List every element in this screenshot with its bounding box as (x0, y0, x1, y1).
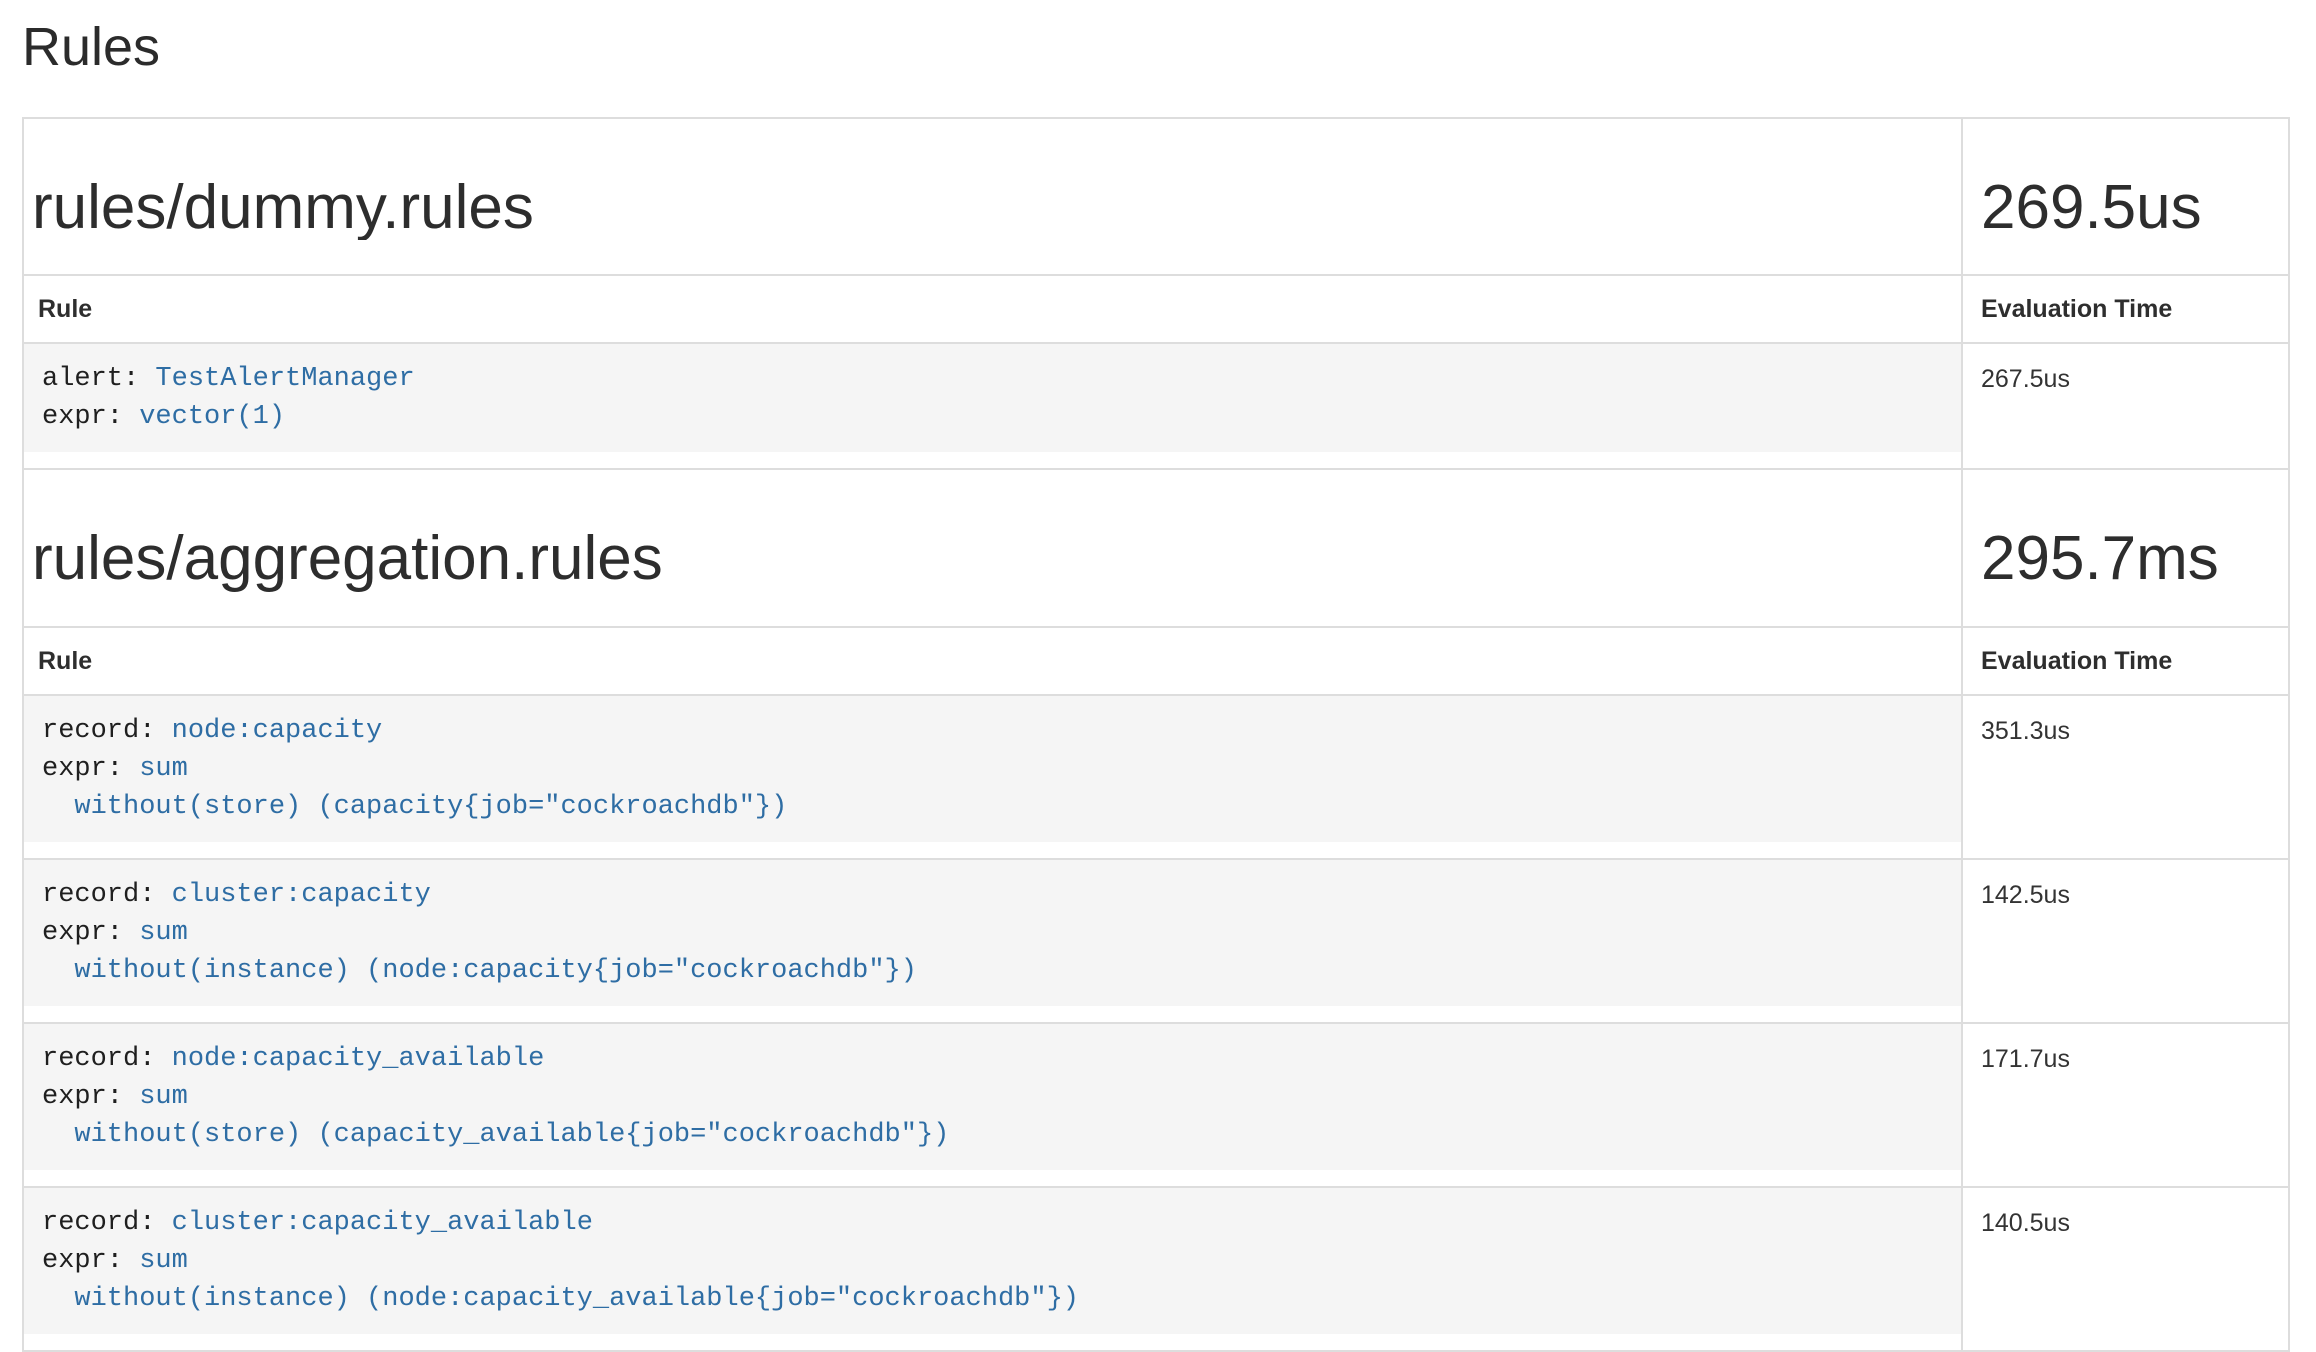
code-key: record: (42, 1044, 172, 1074)
rules-page: Rules rules/dummy.rules269.5usRuleEvalua… (0, 18, 2316, 1352)
code-key: expr: (42, 1082, 139, 1112)
rule-link[interactable]: sum (139, 1246, 188, 1276)
group-name: rules/dummy.rules (32, 175, 1953, 240)
rule-link[interactable]: without(instance) (node:capacity{job="co… (42, 956, 917, 986)
group-eval-cell: 295.7ms (1962, 469, 2289, 626)
group-name-cell: rules/dummy.rules (23, 118, 1962, 275)
column-header-eval: Evaluation Time (1962, 275, 2289, 343)
group-eval-time: 295.7ms (1981, 526, 2280, 591)
rule-cell: record: node:capacity_available expr: su… (23, 1023, 1962, 1187)
rule-code: record: node:capacity_available expr: su… (24, 1024, 1961, 1170)
rule-link[interactable]: cluster:capacity_available (172, 1208, 593, 1238)
eval-time-cell: 142.5us (1962, 859, 2289, 1023)
rule-cell: record: node:capacity expr: sum without(… (23, 695, 1962, 859)
rule-link[interactable]: sum (139, 1082, 188, 1112)
code-key: record: (42, 880, 172, 910)
rule-code: record: cluster:capacity expr: sum witho… (24, 860, 1961, 1006)
rule-row: record: node:capacity expr: sum without(… (23, 695, 2289, 859)
column-header-row: RuleEvaluation Time (23, 627, 2289, 695)
rule-link[interactable]: TestAlertManager (155, 364, 414, 394)
rule-code: record: node:capacity expr: sum without(… (24, 696, 1961, 842)
code-key: expr: (42, 754, 139, 784)
rule-group-header-row: rules/aggregation.rules 295.7ms (23, 469, 2289, 626)
rule-code: record: cluster:capacity_available expr:… (24, 1188, 1961, 1334)
rule-link[interactable]: without(store) (capacity_available{job="… (42, 1120, 949, 1150)
code-key: record: (42, 716, 172, 746)
rule-link[interactable]: sum (139, 918, 188, 948)
group-name-cell: rules/aggregation.rules (23, 469, 1962, 626)
code-key: expr: (42, 1246, 139, 1276)
column-header-eval: Evaluation Time (1962, 627, 2289, 695)
rule-link[interactable]: node:capacity_available (172, 1044, 545, 1074)
group-eval-cell: 269.5us (1962, 118, 2289, 275)
code-key: record: (42, 1208, 172, 1238)
rule-cell: record: cluster:capacity_available expr:… (23, 1187, 1962, 1351)
column-header-rule: Rule (23, 275, 1962, 343)
code-key: alert: (42, 364, 155, 394)
eval-time-cell: 267.5us (1962, 343, 2289, 469)
column-header-row: RuleEvaluation Time (23, 275, 2289, 343)
rule-link[interactable]: node:capacity (172, 716, 383, 746)
rule-row: record: cluster:capacity_available expr:… (23, 1187, 2289, 1351)
rule-link[interactable]: sum (139, 754, 188, 784)
column-header-rule: Rule (23, 627, 1962, 695)
rule-link[interactable]: cluster:capacity (172, 880, 431, 910)
code-key: expr: (42, 918, 139, 948)
eval-time-cell: 171.7us (1962, 1023, 2289, 1187)
rule-cell: record: cluster:capacity expr: sum witho… (23, 859, 1962, 1023)
page-title: Rules (22, 18, 2290, 77)
rule-code: alert: TestAlertManager expr: vector(1) (24, 344, 1961, 452)
eval-time-cell: 351.3us (1962, 695, 2289, 859)
code-key: expr: (42, 402, 139, 432)
rules-table-body: rules/dummy.rules269.5usRuleEvaluation T… (23, 118, 2289, 1350)
rule-row: alert: TestAlertManager expr: vector(1)2… (23, 343, 2289, 469)
rule-row: record: cluster:capacity expr: sum witho… (23, 859, 2289, 1023)
rule-group-header-row: rules/dummy.rules 269.5us (23, 118, 2289, 275)
rule-link[interactable]: without(store) (capacity{job="cockroachd… (42, 792, 787, 822)
rule-link[interactable]: without(instance) (node:capacity_availab… (42, 1284, 1079, 1314)
rules-table: rules/dummy.rules269.5usRuleEvaluation T… (22, 117, 2290, 1351)
group-eval-time: 269.5us (1981, 175, 2280, 240)
eval-time-cell: 140.5us (1962, 1187, 2289, 1351)
rule-cell: alert: TestAlertManager expr: vector(1) (23, 343, 1962, 469)
rule-row: record: node:capacity_available expr: su… (23, 1023, 2289, 1187)
rule-link[interactable]: vector(1) (139, 402, 285, 432)
group-name: rules/aggregation.rules (32, 526, 1953, 591)
